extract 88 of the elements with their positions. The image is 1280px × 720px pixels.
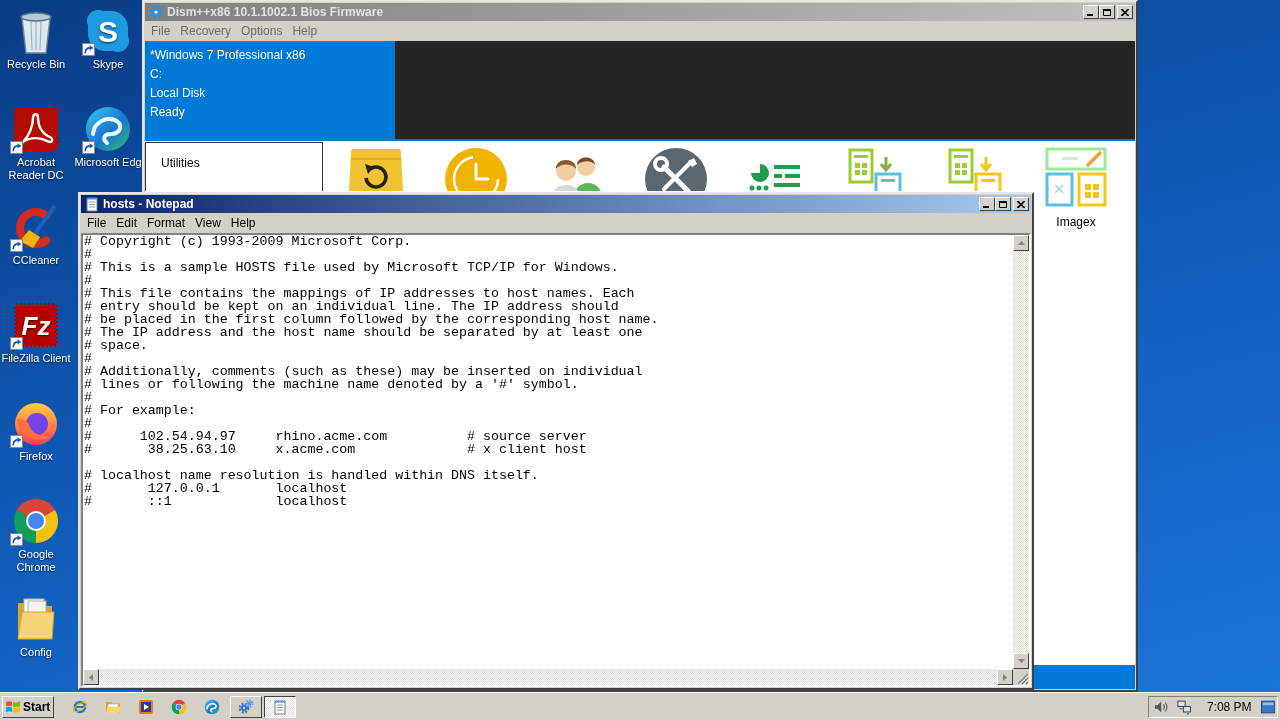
close-icon <box>1017 200 1025 208</box>
maximize-icon <box>999 200 1007 208</box>
minimize-button[interactable] <box>979 197 995 211</box>
nav-item[interactable]: Utilities <box>145 142 323 191</box>
minimize-button[interactable] <box>1083 5 1099 19</box>
ring-circle-icon[interactable] <box>171 698 187 715</box>
text-line: # Additionally, comments (such as these) may be inserted on individual <box>84 365 643 378</box>
scroll-down-button[interactable] <box>1013 653 1029 669</box>
text-line: # lines or following the machine name denoted by a '#' symbol. <box>84 378 579 391</box>
info-text: Local Disk <box>150 85 206 102</box>
horizontal-scrollbar[interactable] <box>83 669 1013 685</box>
ring-circle-icon <box>12 497 60 545</box>
text-area[interactable] <box>83 235 1013 669</box>
desktop-shortcut[interactable]: Microsoft Edg <box>74 98 142 169</box>
window-title: hosts - Notepad <box>103 197 194 211</box>
text-line: # <box>84 274 92 287</box>
right-arrow-icon <box>1003 673 1007 681</box>
menu-item[interactable]: Options <box>236 24 288 38</box>
info-text: Ready <box>150 104 185 121</box>
start-button[interactable]: Start <box>2 695 54 718</box>
menu-item[interactable]: File <box>82 216 112 230</box>
scroll-left-button[interactable] <box>83 669 99 685</box>
menu-item[interactable]: Help <box>225 216 261 230</box>
text-line: # entry should be kept on an individual line. The IP address should <box>84 300 619 313</box>
text-line: # <box>84 417 92 430</box>
text-line: # localhost name resolution is handled within DNS itself. <box>84 469 539 482</box>
desktop-shortcut[interactable]: Acrobat Reader DC <box>0 98 72 182</box>
window-title: Dism++x86 10.1.1002.1 Bios Firmware <box>167 5 384 19</box>
text-line: # Copyright (c) 1993-2009 Microsoft Corp. <box>84 235 412 248</box>
text-line: # This is a sample HOSTS file used by Microsoft TCP/IP for Windows. <box>84 261 619 274</box>
down-arrow-icon <box>1017 659 1025 663</box>
text-line: # <box>84 391 92 404</box>
text-line: # ::1 localhost <box>84 495 348 508</box>
text-line: # <box>84 248 92 261</box>
text-line: # <box>84 352 92 365</box>
desktop-shortcut[interactable]: Firefox <box>12 392 60 463</box>
show-desktop-icon[interactable] <box>1260 699 1275 714</box>
text-line: # This file contains the mappings of IP addresses to host names. Each <box>84 287 635 300</box>
app-logo: S <box>84 7 132 55</box>
up-arrow-icon <box>1017 241 1025 245</box>
text-line: # 38.25.63.10 x.acme.com # x client host <box>84 443 587 456</box>
tool-button[interactable]: Imagex <box>1044 147 1108 229</box>
app-logo: Fz <box>12 301 60 349</box>
maximize-icon <box>1103 8 1111 16</box>
swirl-tile-icon <box>12 105 60 153</box>
text-line: # be placed in the first column followed by the corresponding host name. <box>84 313 659 326</box>
vertical-scrollbar[interactable] <box>1013 235 1029 669</box>
gear-icon <box>238 698 254 715</box>
close-button[interactable] <box>1013 197 1029 211</box>
close-button[interactable] <box>1117 5 1133 19</box>
notepad-icon <box>84 196 100 212</box>
scroll-right-button[interactable] <box>997 669 1013 685</box>
maximize-button[interactable] <box>1099 5 1115 19</box>
maximize-button[interactable] <box>995 197 1011 211</box>
desktop-shortcut[interactable]: Fz FileZilla Client <box>1 294 71 365</box>
menu-item[interactable]: View <box>190 216 226 230</box>
left-arrow-icon <box>89 673 93 681</box>
windows-flag-icon <box>5 698 21 715</box>
wave-circle-icon[interactable] <box>204 698 220 715</box>
menu-item[interactable]: Recovery <box>175 24 237 38</box>
info-text: C: <box>150 66 162 83</box>
text-line: # 102.54.94.97 rhino.acme.com # source server <box>84 430 587 443</box>
scroll-up-button[interactable] <box>1013 235 1029 251</box>
clock-time[interactable]: 7:08 PM <box>1206 699 1252 714</box>
info-text: *Windows 7 Professional x86 <box>150 47 306 64</box>
menu-item[interactable]: File <box>146 24 176 38</box>
desktop-shortcut[interactable]: CCleaner <box>12 196 60 267</box>
desktop-shortcut[interactable]: Config <box>12 588 60 659</box>
network-icon[interactable] <box>1177 698 1192 715</box>
desktop-shortcut[interactable]: Recycle Bin <box>6 0 66 71</box>
desktop-shortcut[interactable]: S Skype <box>84 0 132 71</box>
text-line: # 127.0.0.1 localhost <box>84 482 348 495</box>
menu-item[interactable]: Help <box>287 24 323 38</box>
text-line: # The IP address and the host name should be separated by at least one <box>84 326 643 339</box>
notepad-icon <box>272 698 288 715</box>
image-edit-icon <box>1044 147 1108 207</box>
menu-item[interactable]: Edit <box>111 216 143 230</box>
gear-icon <box>148 4 164 20</box>
text-line: # For example: <box>84 404 196 417</box>
play-icon[interactable] <box>138 698 154 715</box>
text-line: # space. <box>84 339 148 352</box>
menu-item[interactable]: Format <box>142 216 191 230</box>
e-orbit-icon[interactable] <box>72 698 88 715</box>
wave-circle-icon <box>84 105 132 153</box>
close-icon <box>1121 8 1129 16</box>
size-grip-icon[interactable] <box>1017 673 1029 685</box>
taskbar-button[interactable] <box>264 695 296 718</box>
desktop-shortcut[interactable]: Google Chrome <box>0 490 72 574</box>
